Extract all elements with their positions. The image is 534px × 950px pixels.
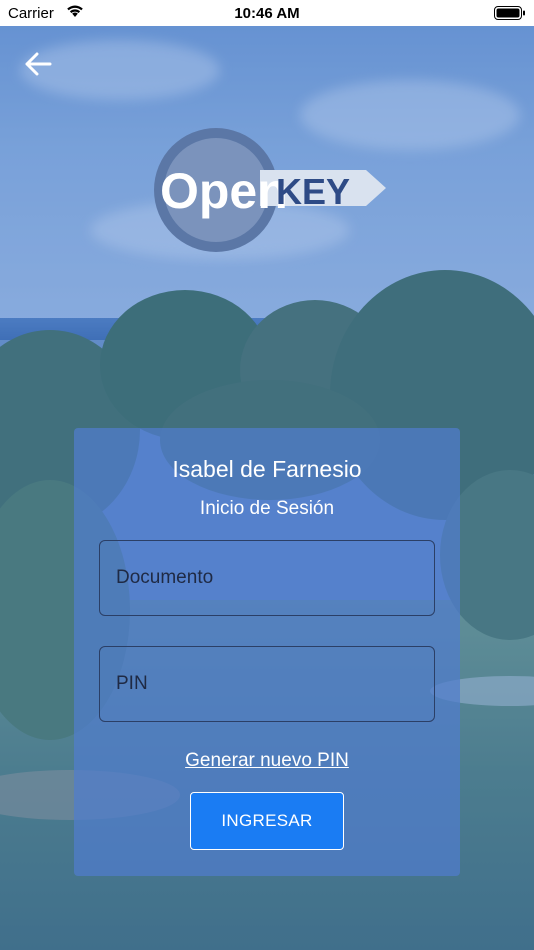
battery-full-icon xyxy=(494,6,525,20)
card-title: Isabel de Farnesio xyxy=(172,456,362,482)
pin-field[interactable]: PIN xyxy=(99,646,435,722)
ingresar-button[interactable]: INGRESAR xyxy=(190,792,344,850)
arrow-left-icon xyxy=(25,52,52,76)
generate-new-pin-link[interactable]: Generar nuevo PIN xyxy=(74,750,460,772)
openkey-logo: Open KEY xyxy=(148,124,388,256)
documento-field[interactable]: Documento xyxy=(99,540,435,616)
status-time: 10:46 AM xyxy=(234,5,300,22)
card-subtitle: Inicio de Sesión xyxy=(199,498,335,519)
logo-word-key: KEY xyxy=(276,171,350,212)
back-button[interactable] xyxy=(20,48,56,80)
login-card: Isabel de Farnesio Inicio de Sesión Docu… xyxy=(74,428,460,876)
pin-placeholder: PIN xyxy=(116,673,148,694)
status-bar: Carrier 10:46 AM xyxy=(0,0,534,26)
logo-word-open: Open xyxy=(160,163,288,219)
documento-placeholder: Documento xyxy=(116,567,214,588)
